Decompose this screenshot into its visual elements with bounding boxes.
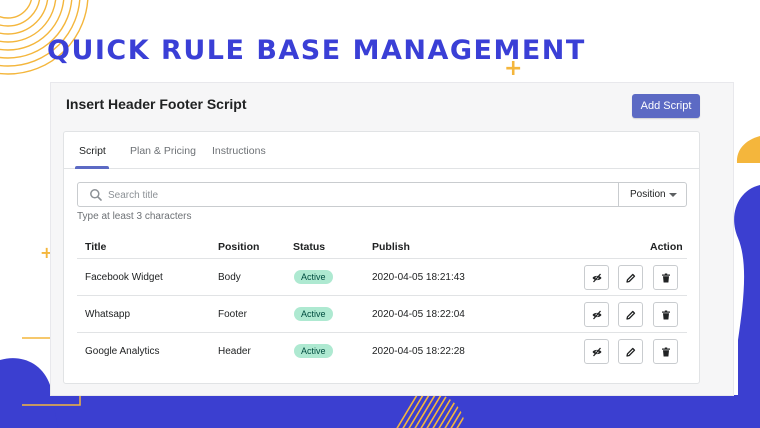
tab-bar: Script Plan & Pricing Instructions <box>64 132 699 169</box>
status-badge: Active <box>294 344 333 358</box>
row-publish-date: 2020-04-05 18:22:28 <box>372 346 465 357</box>
edit-button[interactable] <box>618 339 643 364</box>
position-filter-select[interactable]: Position <box>618 183 686 206</box>
row-publish-date: 2020-04-05 18:21:43 <box>372 272 465 283</box>
tab-script[interactable]: Script <box>79 145 106 157</box>
pencil-icon <box>626 273 636 283</box>
column-header-title: Title <box>85 241 107 253</box>
trash-icon <box>662 273 670 283</box>
page-title: Insert Header Footer Script <box>66 96 247 112</box>
add-script-button[interactable]: Add Script <box>632 94 700 118</box>
delete-button[interactable] <box>653 339 678 364</box>
search-icon <box>90 189 102 201</box>
hide-button[interactable] <box>584 302 609 327</box>
column-header-publish: Publish <box>372 241 410 253</box>
trash-icon <box>662 310 670 320</box>
hide-button[interactable] <box>584 339 609 364</box>
position-filter-label: Position <box>630 189 666 200</box>
eye-off-icon <box>592 310 602 320</box>
edit-button[interactable] <box>618 265 643 290</box>
status-badge: Active <box>294 307 333 321</box>
delete-button[interactable] <box>653 302 678 327</box>
column-header-position: Position <box>218 241 260 253</box>
hide-button[interactable] <box>584 265 609 290</box>
plus-decoration-icon: + <box>504 56 523 81</box>
scripts-card: Script Plan & Pricing Instructions Posit… <box>63 131 700 384</box>
active-tab-indicator <box>75 166 109 169</box>
table-row: Facebook Widget Body Active 2020-04-05 1… <box>77 258 687 295</box>
eye-off-icon <box>592 273 602 283</box>
search-hint: Type at least 3 characters <box>77 211 192 222</box>
caret-down-icon <box>669 193 677 197</box>
table-row: Whatsapp Footer Active 2020-04-05 18:22:… <box>77 295 687 332</box>
pencil-icon <box>626 310 636 320</box>
delete-button[interactable] <box>653 265 678 290</box>
table-row: Google Analytics Header Active 2020-04-0… <box>77 332 687 369</box>
row-position: Body <box>218 272 241 283</box>
column-header-action: Action <box>650 241 683 253</box>
search-input[interactable] <box>108 186 608 204</box>
search-bar: Position <box>77 182 687 207</box>
column-header-status: Status <box>293 241 326 253</box>
row-title: Facebook Widget <box>85 272 163 283</box>
row-title: Google Analytics <box>85 346 160 357</box>
row-position: Footer <box>218 309 247 320</box>
app-panel: Insert Header Footer Script Add Script S… <box>50 82 734 396</box>
edit-button[interactable] <box>618 302 643 327</box>
tab-plan-pricing[interactable]: Plan & Pricing <box>130 145 196 157</box>
eye-off-icon <box>592 347 602 357</box>
row-title: Whatsapp <box>85 309 131 320</box>
tab-instructions[interactable]: Instructions <box>212 145 266 157</box>
row-position: Header <box>218 346 251 357</box>
row-publish-date: 2020-04-05 18:22:04 <box>372 309 465 320</box>
trash-icon <box>662 347 670 357</box>
pencil-icon <box>626 347 636 357</box>
status-badge: Active <box>294 270 333 284</box>
